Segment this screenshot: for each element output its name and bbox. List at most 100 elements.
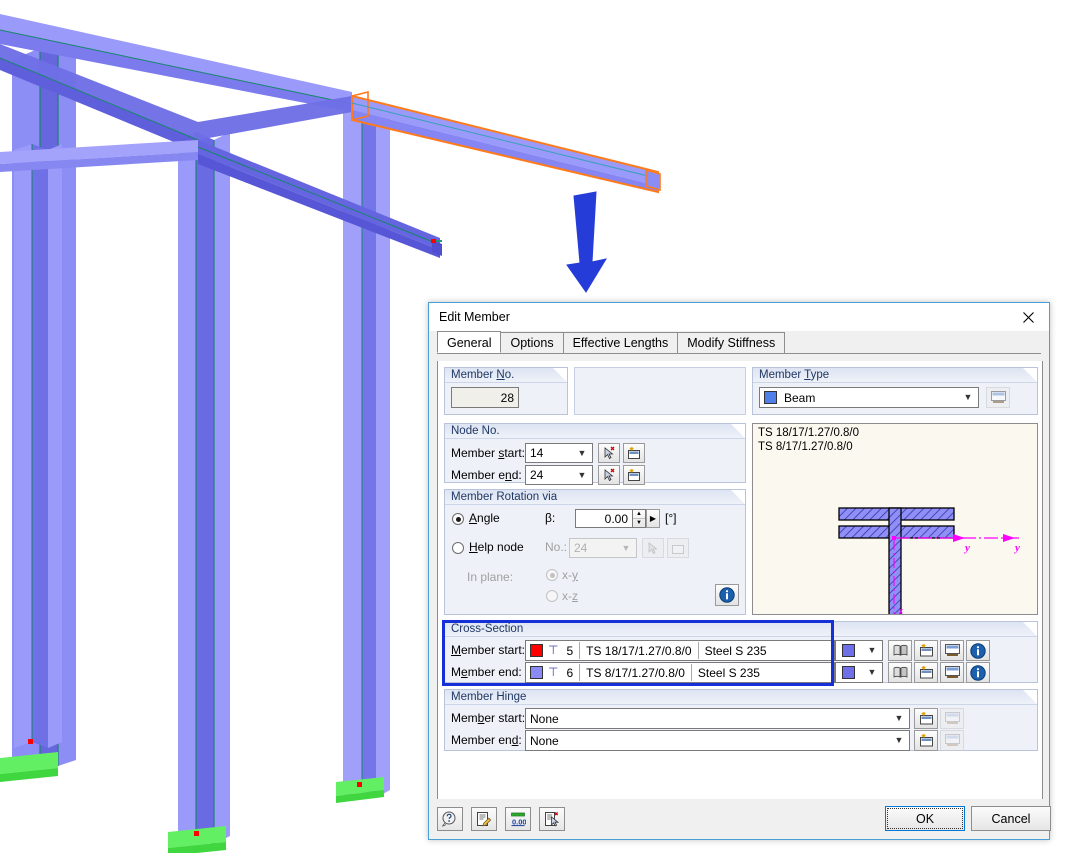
chevron-down-icon[interactable]: ▼	[574, 470, 590, 480]
cross-section-end-edit-button[interactable]	[940, 662, 964, 683]
cross-section-end-library-button[interactable]	[888, 662, 912, 683]
member-hinge-end-edit-button[interactable]	[940, 730, 964, 751]
chevron-down-icon[interactable]: ▼	[864, 646, 880, 655]
help-node-combo[interactable]: 24 ▼	[569, 538, 637, 558]
member-hinge-end-combo[interactable]: None ▼	[525, 730, 910, 751]
chevron-down-icon[interactable]: ▼	[960, 393, 976, 402]
node-end-label: Member end:	[451, 468, 522, 482]
svg-text:z: z	[898, 606, 903, 615]
pick-help-node-button[interactable]	[642, 538, 664, 558]
member-hinge-start-value: None	[530, 711, 559, 726]
cancel-button[interactable]: Cancel	[971, 806, 1051, 831]
cross-section-end-no: 6	[566, 665, 574, 680]
new-node-end-button[interactable]	[623, 465, 645, 485]
chevron-down-icon[interactable]: ▼	[864, 668, 880, 677]
member-hinge-start-new-button[interactable]	[914, 708, 938, 729]
member-no-filler-group	[574, 367, 746, 415]
in-plane-label: In plane:	[467, 570, 514, 584]
plane-xy-radio[interactable]	[546, 569, 558, 581]
spin-down-icon[interactable]: ▼	[633, 519, 645, 527]
member-hinge-end-new-button[interactable]	[914, 730, 938, 751]
node-end-combo[interactable]: 24 ▼	[525, 465, 593, 485]
cross-section-start-color-combo[interactable]: ▼	[835, 640, 883, 661]
node-start-value: 14	[530, 446, 544, 460]
member-hinge-start-edit-button[interactable]	[940, 708, 964, 729]
comment-icon-button[interactable]	[471, 807, 497, 831]
color-swatch	[842, 644, 855, 657]
member-type-combo[interactable]: Beam ▼	[759, 387, 979, 408]
plane-xz-label: x-z	[562, 589, 578, 603]
select-icon-button[interactable]	[539, 807, 565, 831]
member-no-group: Member No. 28	[444, 367, 568, 415]
tab-options[interactable]: Options	[500, 332, 564, 353]
pick-node-end-button[interactable]	[598, 465, 620, 485]
chevron-down-icon[interactable]: ▼	[891, 714, 907, 723]
cross-section-start-edit-button[interactable]	[940, 640, 964, 661]
node-start-combo[interactable]: 14 ▼	[525, 443, 593, 463]
member-rotation-title: Member Rotation via	[451, 491, 558, 503]
rotation-help-node-radio[interactable]	[452, 542, 464, 554]
dialog-title: Edit Member	[439, 310, 510, 324]
cross-section-end-new-button[interactable]	[914, 662, 938, 683]
member-hinge-start-label: Member start:	[451, 711, 526, 725]
rotation-info-icon[interactable]	[715, 584, 739, 606]
cross-section-end-color-combo[interactable]: ▼	[835, 662, 883, 683]
beta-more-button[interactable]: ▶	[646, 509, 660, 528]
new-node-start-button[interactable]	[623, 443, 645, 463]
cross-section-group: Cross-Section Member start: ⊤ 5 TS 18/17…	[444, 621, 1038, 683]
help-node-value: 24	[574, 541, 588, 555]
svg-text:y: y	[963, 542, 970, 554]
cross-section-start-designation: TS 18/17/1.27/0.8/0	[586, 643, 692, 658]
cross-section-start-info-icon[interactable]	[966, 640, 990, 661]
pointer-arrow-annotation	[566, 191, 608, 293]
cross-section-end-color-swatch	[530, 666, 543, 679]
node-no-group: Node No. Member start: 14 ▼ Member end: …	[444, 423, 746, 485]
cross-section-end-label: Member end:	[451, 665, 522, 679]
chevron-down-icon[interactable]: ▼	[618, 543, 634, 553]
chevron-down-icon[interactable]: ▼	[891, 736, 907, 745]
rotation-angle-label: Angle	[469, 511, 500, 525]
edit-member-dialog[interactable]: Edit Member General Options Effective Le…	[428, 302, 1051, 840]
close-icon[interactable]	[1007, 303, 1049, 331]
beta-input[interactable]: 0.00	[575, 509, 633, 528]
member-hinge-start-combo[interactable]: None ▼	[525, 708, 910, 729]
cross-section-start-new-button[interactable]	[914, 640, 938, 661]
cross-section-drawing: y y z	[838, 507, 1020, 615]
cross-section-start-material: Steel S 235	[704, 643, 767, 658]
member-no-value[interactable]: 28	[451, 387, 519, 408]
svg-text:0.00: 0.00	[512, 817, 526, 826]
pick-node-start-button[interactable]	[598, 443, 620, 463]
new-help-node-button[interactable]	[667, 538, 689, 558]
cross-section-start-field[interactable]: ⊤ 5 TS 18/17/1.27/0.8/0 Steel S 235	[525, 640, 835, 661]
cross-section-start-library-button[interactable]	[888, 640, 912, 661]
section-type-glyph: ⊤	[548, 665, 559, 679]
member-rotation-group: Member Rotation via Angle β: 0.00 ▲ ▼ ▶ …	[444, 489, 746, 615]
column-member	[14, 144, 62, 748]
cross-section-end-field[interactable]: ⊤ 6 TS 8/17/1.27/0.8/0 Steel S 235	[525, 662, 835, 683]
numeric-icon-button[interactable]: 0.00	[505, 807, 531, 831]
selected-member-28	[351, 90, 661, 194]
beta-spinner[interactable]: ▲ ▼	[633, 509, 646, 528]
tab-strip[interactable]: General Options Effective Lengths Modify…	[437, 331, 1041, 354]
rotation-angle-radio[interactable]	[452, 513, 464, 525]
ok-button[interactable]: OK	[885, 806, 965, 831]
support-base-plate	[168, 826, 226, 853]
tab-general[interactable]: General	[437, 331, 502, 353]
column-member	[178, 132, 230, 844]
plane-xy-label: x-y	[562, 568, 578, 582]
node-start-label: Member start:	[451, 446, 526, 460]
tab-modify-stiffness[interactable]: Modify Stiffness	[677, 332, 786, 353]
help-icon-button[interactable]	[437, 807, 463, 831]
edit-member-type-button[interactable]	[986, 387, 1010, 408]
member-hinge-group: Member Hinge Member start: None ▼ Member…	[444, 689, 1038, 751]
section-type-glyph: ⊤	[548, 643, 559, 657]
spin-up-icon[interactable]: ▲	[633, 510, 645, 519]
cross-section-end-info-icon[interactable]	[966, 662, 990, 683]
tab-effective-lengths[interactable]: Effective Lengths	[562, 332, 679, 353]
plane-xz-radio[interactable]	[546, 590, 558, 602]
chevron-down-icon[interactable]: ▼	[574, 448, 590, 458]
rotation-help-node-label: Help node	[469, 540, 524, 554]
dialog-titlebar[interactable]: Edit Member	[429, 303, 1049, 331]
beta-unit: [°]	[665, 511, 677, 525]
member-no-title: Member No.	[451, 369, 515, 381]
